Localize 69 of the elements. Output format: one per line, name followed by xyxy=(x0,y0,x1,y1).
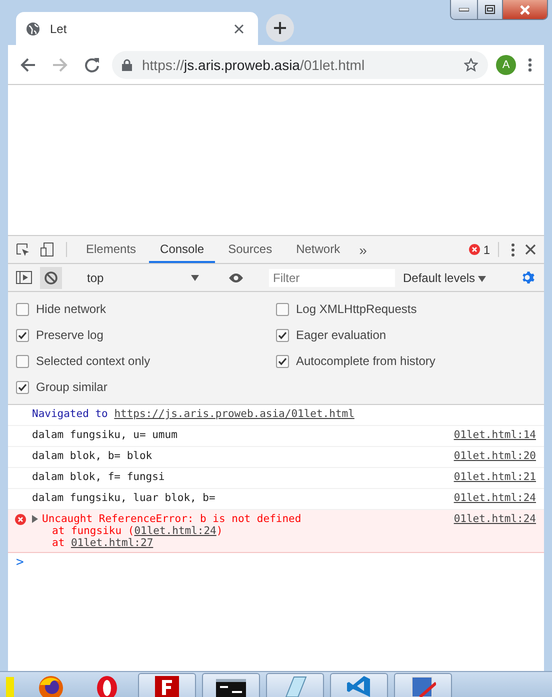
close-window-button[interactable] xyxy=(502,0,547,19)
source-link[interactable]: 01let.html:27 xyxy=(70,537,154,549)
checkbox[interactable] xyxy=(276,354,289,368)
opera-icon[interactable] xyxy=(96,675,118,697)
source-link[interactable]: 01let.html:24 xyxy=(454,492,536,504)
star-icon[interactable] xyxy=(464,58,478,72)
checkbox-label: Hide network xyxy=(36,302,106,316)
restore-icon[interactable] xyxy=(485,5,495,14)
log-message: dalam fungsiku, luar blok, b= xyxy=(32,492,216,504)
devtools-tab[interactable]: Sources xyxy=(217,236,284,263)
paint-icon[interactable] xyxy=(410,675,436,697)
source-link[interactable]: 01let.html:21 xyxy=(454,471,536,483)
url-link[interactable]: https://js.aris.proweb.asia/01let.html xyxy=(114,408,354,420)
checkbox[interactable] xyxy=(276,328,289,342)
error-message: Uncaught ReferenceError: b is not defined xyxy=(42,513,302,525)
log-message: dalam blok, b= blok xyxy=(32,450,154,462)
browser-tab[interactable]: Let xyxy=(16,12,258,45)
url-text: https://js.aris.proweb.asia/01let.html xyxy=(142,56,366,72)
caret-icon[interactable] xyxy=(191,274,199,280)
devtools-tab[interactable]: Elements xyxy=(75,236,148,263)
devtools-tab[interactable]: Network xyxy=(285,236,352,263)
more-tabs-button[interactable]: » xyxy=(353,236,373,263)
error-count-text: 1 xyxy=(483,242,490,256)
lock-icon xyxy=(122,58,132,70)
minimize-button[interactable] xyxy=(451,0,477,19)
minimize-icon[interactable] xyxy=(459,8,469,12)
filter-input[interactable]: Filter xyxy=(269,268,395,286)
checkbox[interactable] xyxy=(16,302,29,316)
source-link[interactable]: 01let.html:14 xyxy=(454,429,536,441)
source-link[interactable]: 01let.html:24 xyxy=(134,525,216,537)
address-bar[interactable]: https://js.aris.proweb.asia/01let.html xyxy=(112,50,488,78)
navigation-message: Navigated to https://js.aris.proweb.asia/01let.html xyxy=(32,408,356,420)
stack-trace-line: at 01let.html:27 xyxy=(51,537,154,549)
vscode-icon[interactable] xyxy=(347,675,371,697)
levels-dropdown[interactable]: Default levels xyxy=(399,270,490,284)
maximize-button[interactable] xyxy=(477,0,502,19)
error-icon xyxy=(469,244,480,255)
checkbox[interactable] xyxy=(16,354,29,368)
checkbox[interactable] xyxy=(16,328,29,342)
console-prompt[interactable]: > xyxy=(8,553,544,572)
checkbox-label: Preserve log xyxy=(36,328,104,342)
taskbar-button[interactable] xyxy=(202,673,260,697)
checkbox-label: Log XMLHttpRequests xyxy=(296,302,417,316)
close-icon[interactable] xyxy=(519,4,531,14)
checkbox-label: Selected context only xyxy=(36,354,150,368)
source-link[interactable]: 01let.html:24 xyxy=(454,513,536,525)
checkbox-label: Eager evaluation xyxy=(296,328,386,342)
log-message: dalam blok, f= fungsi xyxy=(32,471,166,483)
checkbox[interactable] xyxy=(16,380,29,394)
plus-icon[interactable] xyxy=(273,21,287,35)
checkbox-label: Autocomplete from history xyxy=(296,354,436,368)
taskbar-button[interactable] xyxy=(138,673,196,697)
context-dropdown[interactable]: top xyxy=(83,270,203,284)
source-link[interactable]: 01let.html:20 xyxy=(454,450,536,462)
expand-triangle-icon[interactable] xyxy=(32,515,38,523)
clear-console-icon[interactable] xyxy=(40,266,62,288)
log-message: dalam fungsiku, u= umum xyxy=(32,429,178,441)
checkbox[interactable] xyxy=(276,302,289,316)
firefox-icon[interactable] xyxy=(38,675,64,697)
globe-icon xyxy=(26,22,40,36)
checkbox-label: Group similar xyxy=(36,380,108,394)
terminal-icon[interactable] xyxy=(216,679,246,697)
tab-title: Let xyxy=(50,22,68,36)
new-tab-button[interactable] xyxy=(266,14,294,42)
caret-icon[interactable] xyxy=(478,276,486,282)
error-icon xyxy=(14,514,26,525)
stack-trace-line: at fungsiku (01let.html:24) xyxy=(51,525,224,537)
filezilla-icon[interactable] xyxy=(153,675,181,697)
profile-avatar[interactable]: A xyxy=(496,54,516,74)
